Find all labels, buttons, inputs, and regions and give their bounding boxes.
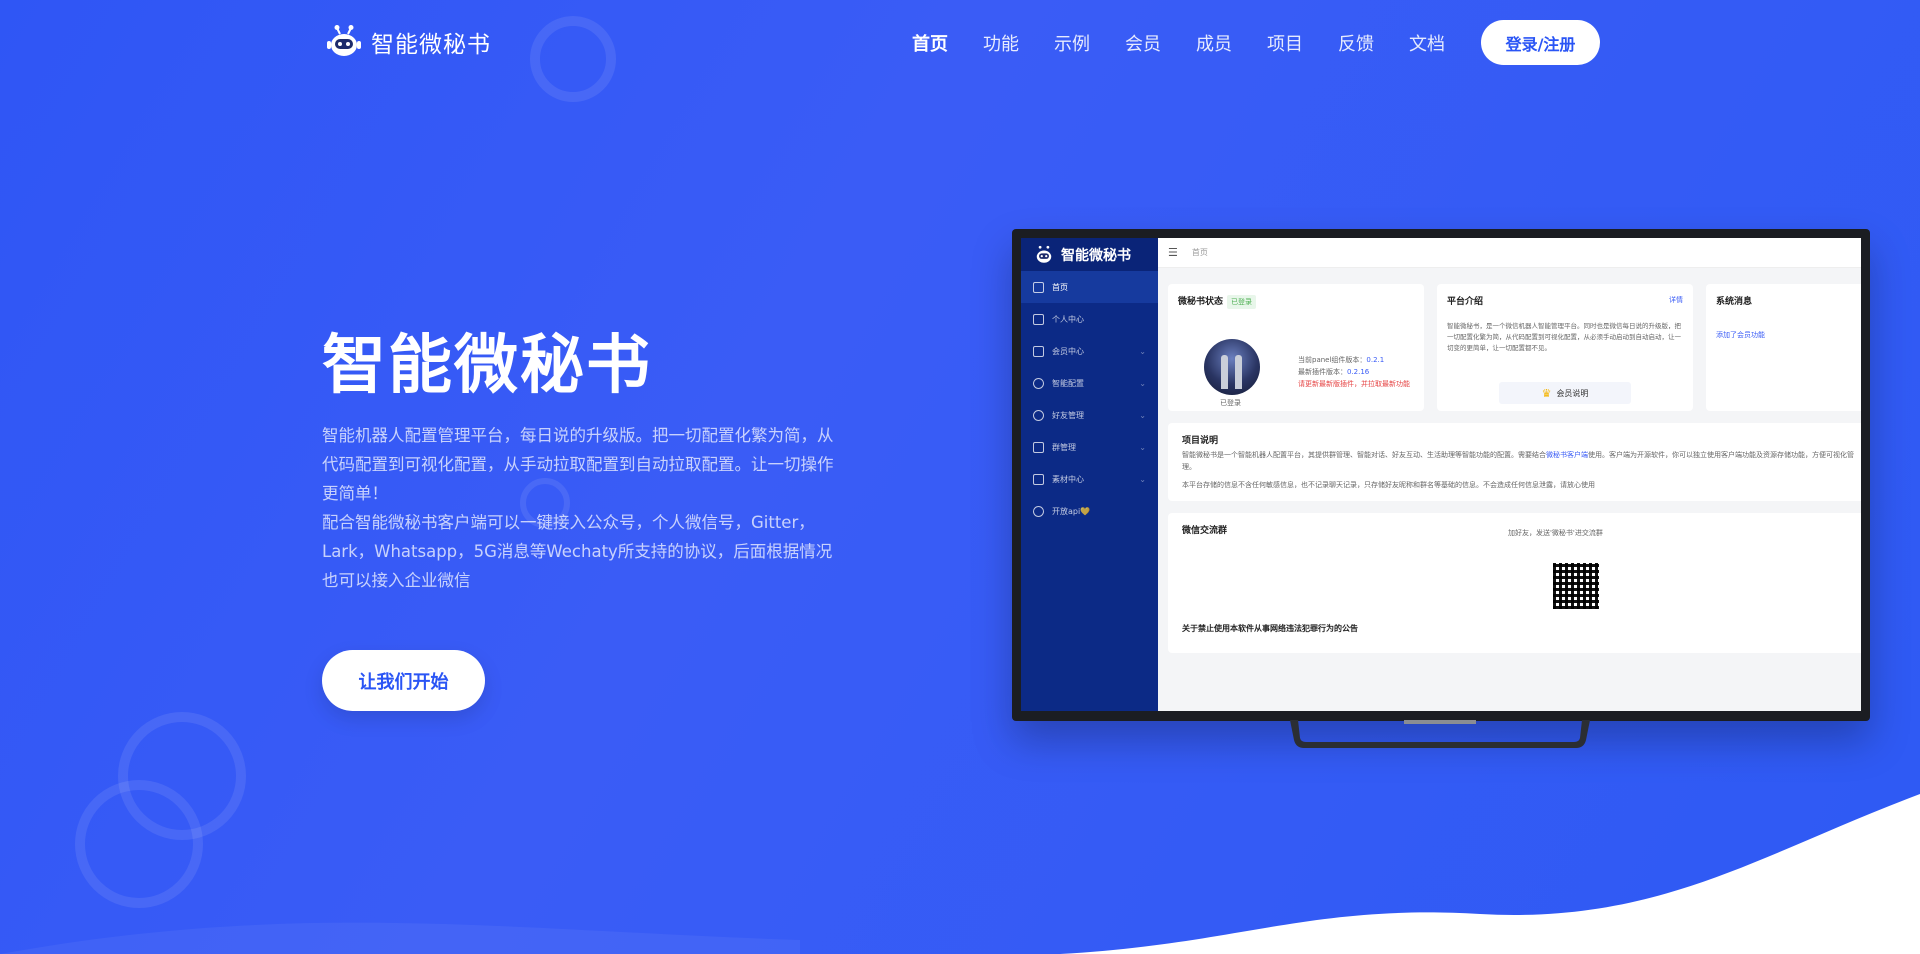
mock-sidebar-item-membership: 会员中心 ⌄ [1021,335,1158,367]
mock-brand-name: 智能微秘书 [1061,247,1131,264]
nav-item-features[interactable]: 功能 [983,30,1054,56]
home-icon [1033,281,1044,293]
mock-sidebar-label: 智能配置 [1052,378,1084,388]
hero-description: 智能机器人配置管理平台，每日说的升级版。把一切配置化繁为简，从代码配置到可视化配… [322,421,847,595]
robot-icon [327,25,361,56]
monitor-mockup: 智能微秘书 首页 个人中心 会员中心 ⌄ 智能配置 ⌄ 好友管理 ⌄ 群管理 ⌄ 素材中… [1012,229,1870,721]
hero-title: 智能微秘书 [322,329,652,403]
brand-logo[interactable]: 智能微秘书 [325,24,491,60]
login-register-button[interactable]: 登录/注册 [1481,20,1600,65]
mock-sidebar-item-friends: 好友管理 ⌄ [1021,399,1158,431]
app-screenshot: 智能微秘书 首页 个人中心 会员中心 ⌄ 智能配置 ⌄ 好友管理 ⌄ 群管理 ⌄ 素材中… [1021,238,1861,711]
mock-sidebar-item-smart-config: 智能配置 ⌄ [1021,367,1158,399]
image-icon [1033,473,1044,485]
user-card-icon [1033,313,1044,325]
menu-fold-icon: ☰ [1168,246,1178,259]
headset-icon [1033,409,1044,421]
mock-system-message: 添加了会员功能 [1716,331,1765,339]
mock-login-state: 已登录 [1220,399,1241,407]
gear-icon [1033,377,1044,389]
monitor-stand [1290,720,1590,748]
mock-main: ☰ 首页 微秘书状态 已登录 已登录 当前panel组件版本：0.2.1 最新插件… [1158,238,1861,711]
mock-project-text-2: 本平台存储的信息不含任何敏感信息，也不记录聊天记录，只存储好友昵称和群名等基础的… [1182,481,1595,489]
link-icon [1033,505,1044,517]
chevron-down-icon: ⌄ [1139,378,1146,388]
mock-group-notice: 关于禁止使用本软件从事网络违法犯罪行为的公告 [1182,624,1358,633]
nav-item-home[interactable]: 首页 [912,30,983,56]
mock-breadcrumb: 首页 [1191,248,1208,257]
qr-code [1553,563,1599,609]
mock-intro-title: 平台介绍 [1447,297,1484,307]
avatar [1204,339,1260,395]
mock-sidebar-label: 群管理 [1052,442,1076,452]
nav-item-members[interactable]: 成员 [1196,30,1267,56]
crown-icon: ♛ [1541,386,1552,400]
get-started-button[interactable]: 让我们开始 [322,650,485,711]
mock-sidebar-label: 会员中心 [1052,346,1084,356]
mock-system-card: 系统消息 添加了会员功能 [1706,284,1861,411]
chevron-down-icon: ⌄ [1139,346,1146,356]
mock-topbar: ☰ 首页 [1158,238,1861,268]
nav-item-examples[interactable]: 示例 [1054,30,1125,56]
mock-sidebar-item-open-api: 开放api💛 [1021,495,1158,527]
mock-intro-card: 平台介绍 详情 智能微秘书，是一个微信机器人智能管理平台。同时也是微信每日说的升… [1437,284,1693,411]
site-header: 智能微秘书 首页 功能 示例 会员 成员 项目 反馈 文档 登录/注册 [0,0,1920,86]
mock-sidebar-label: 首页 [1052,282,1068,292]
mock-project-card: 项目说明 智能微秘书是一个智能机器人配置平台，其提供群管理、智能对话、好友互动、… [1168,423,1861,501]
group-icon [1033,441,1044,453]
nav-item-docs[interactable]: 文档 [1409,30,1480,56]
mock-member-info-button: ♛ 会员说明 [1499,382,1631,404]
mock-sidebar: 智能微秘书 首页 个人中心 会员中心 ⌄ 智能配置 ⌄ 好友管理 ⌄ 群管理 ⌄ 素材中… [1021,238,1158,711]
mock-status-card: 微秘书状态 已登录 已登录 当前panel组件版本：0.2.1 最新插件版本：0.… [1168,284,1424,411]
mock-sidebar-label: 好友管理 [1052,410,1084,420]
nav-item-feedback[interactable]: 反馈 [1338,30,1409,56]
main-nav: 首页 功能 示例 会员 成员 项目 反馈 文档 [912,30,1480,56]
mock-sidebar-item-home: 首页 [1021,271,1158,303]
nav-item-projects[interactable]: 项目 [1267,30,1338,56]
mock-sidebar-item-groups: 群管理 ⌄ [1021,431,1158,463]
mock-intro-text: 智能微秘书，是一个微信机器人智能管理平台。同时也是微信每日说的升级版，把一切配置… [1447,322,1681,352]
decor-wave-faint [0,922,800,954]
avatar-tower [1235,355,1242,389]
mock-group-card: 微信交流群 加好友，发送'微秘书'进交流群 关于禁止使用本软件从事网络违法犯罪行… [1168,513,1861,653]
mock-logo: 智能微秘书 [1021,238,1158,271]
mock-status-title: 微秘书状态 已登录 [1178,294,1414,309]
mock-version-info: 当前panel组件版本：0.2.1 最新插件版本：0.2.16 请更新最新版插件… [1298,356,1410,388]
mock-group-subtitle: 加好友，发送'微秘书'进交流群 [1508,529,1603,537]
mock-project-title: 项目说明 [1182,436,1219,446]
mock-sidebar-label: 素材中心 [1052,474,1084,484]
robot-icon [1036,245,1052,263]
status-badge: 已登录 [1227,295,1257,309]
avatar-tower [1221,355,1228,389]
nav-item-membership[interactable]: 会员 [1125,30,1196,56]
brand-name: 智能微秘书 [371,32,491,58]
mock-sidebar-label: 个人中心 [1052,314,1084,324]
mock-intro-detail-link: 详情 [1669,296,1683,304]
mock-project-text-1: 智能微秘书是一个智能机器人配置平台，其提供群管理、智能对话、好友互动、生活助理等… [1182,451,1854,471]
chevron-down-icon: ⌄ [1139,442,1146,452]
mock-sidebar-item-materials: 素材中心 ⌄ [1021,463,1158,495]
hero-description-line-1: 智能机器人配置管理平台，每日说的升级版。把一切配置化繁为简，从代码配置到可视化配… [322,426,834,503]
chevron-down-icon: ⌄ [1139,474,1146,484]
chevron-down-icon: ⌄ [1139,410,1146,420]
mock-sidebar-item-profile: 个人中心 [1021,303,1158,335]
crown-icon [1033,345,1044,357]
mock-system-title: 系统消息 [1716,297,1753,307]
hero-description-line-2: 配合智能微秘书客户端可以一键接入公众号，个人微信号，Gitter，Lark，Wh… [322,513,833,590]
mock-sidebar-label: 开放api💛 [1052,506,1091,516]
